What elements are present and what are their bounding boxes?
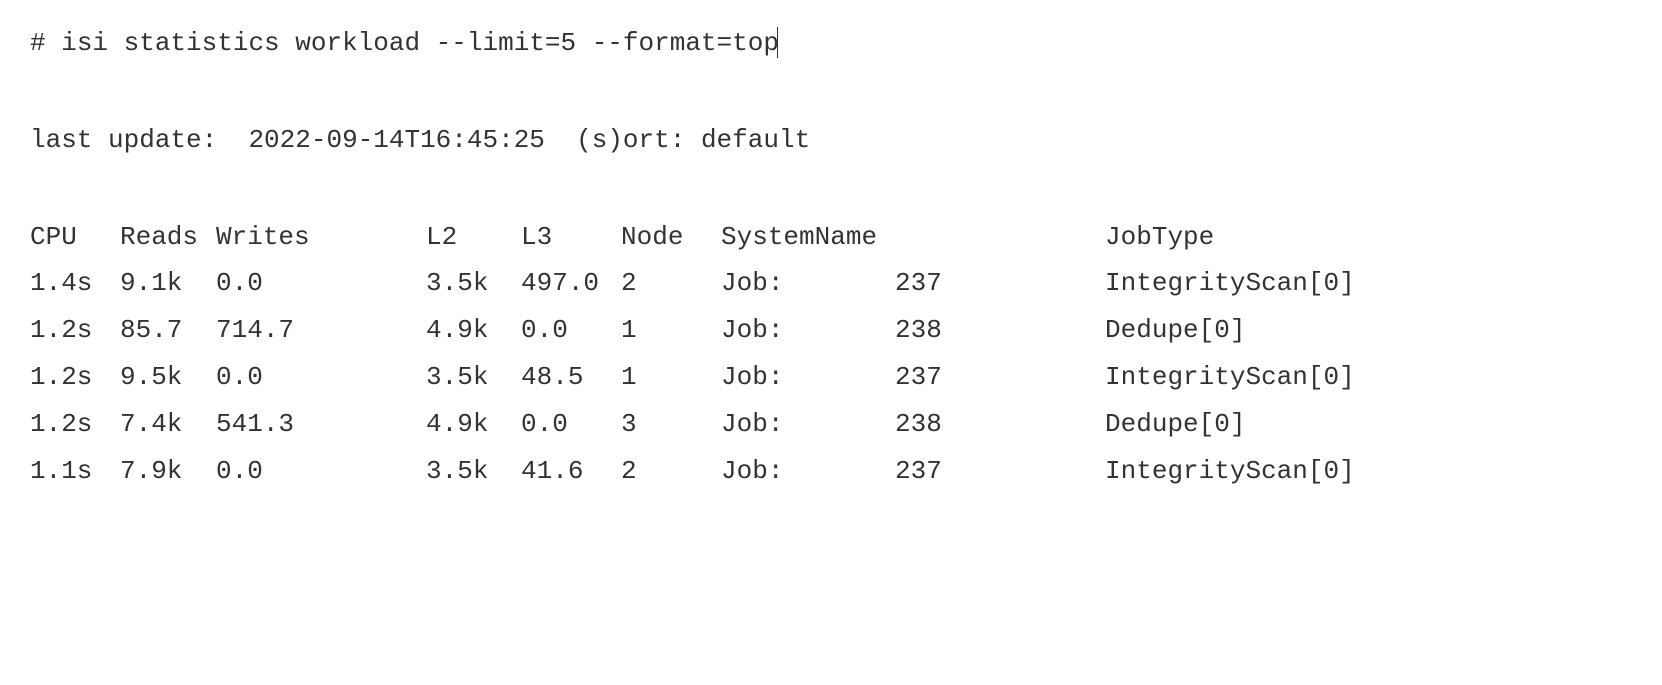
- cell-writes: 714.7: [216, 307, 426, 354]
- cell-l3: 497.0: [521, 260, 621, 307]
- cell-l2: 3.5k: [426, 354, 521, 401]
- cell-cpu: 1.1s: [30, 448, 120, 495]
- cell-jobtype: Dedupe[0]: [1105, 307, 1373, 354]
- cell-writes: 0.0: [216, 448, 426, 495]
- cell-l2: 3.5k: [426, 260, 521, 307]
- cell-cpu: 1.2s: [30, 401, 120, 448]
- table-row: 1.1s 7.9k 0.0 3.5k 41.6 2 Job: 237 Integ…: [30, 448, 1373, 495]
- header-writes[interactable]: Writes: [216, 214, 426, 261]
- cell-jobtype: IntegrityScan[0]: [1105, 448, 1373, 495]
- cell-syslabel: Job:: [721, 260, 895, 307]
- cell-reads: 9.1k: [120, 260, 216, 307]
- cell-reads: 9.5k: [120, 354, 216, 401]
- cell-node: 1: [621, 307, 721, 354]
- last-update-timestamp: 2022-09-14T16:45:25: [248, 125, 544, 155]
- cell-jobtype: IntegrityScan[0]: [1105, 354, 1373, 401]
- command-text: isi statistics workload --limit=5 --form…: [61, 28, 779, 58]
- cell-reads: 7.4k: [120, 401, 216, 448]
- cell-node: 2: [621, 448, 721, 495]
- cell-jobtype: Dedupe[0]: [1105, 401, 1373, 448]
- cell-reads: 85.7: [120, 307, 216, 354]
- header-cpu[interactable]: CPU: [30, 214, 120, 261]
- table-row: 1.2s 7.4k 541.3 4.9k 0.0 3 Job: 238 Dedu…: [30, 401, 1373, 448]
- table-header-row: CPU Reads Writes L2 L3 Node SystemName J…: [30, 214, 1373, 261]
- sort-label: (s)ort:: [576, 125, 685, 155]
- cell-l3: 48.5: [521, 354, 621, 401]
- text-cursor: [777, 27, 778, 58]
- cell-cpu: 1.2s: [30, 307, 120, 354]
- cell-l3: 0.0: [521, 307, 621, 354]
- prompt-symbol: #: [30, 28, 46, 58]
- cell-l2: 4.9k: [426, 307, 521, 354]
- cell-sysid: 238: [895, 307, 1105, 354]
- header-l2[interactable]: L2: [426, 214, 521, 261]
- cell-cpu: 1.4s: [30, 260, 120, 307]
- status-line: last update: 2022-09-14T16:45:25 (s)ort:…: [30, 117, 1632, 164]
- header-reads[interactable]: Reads: [120, 214, 216, 261]
- header-node[interactable]: Node: [621, 214, 721, 261]
- cell-sysid: 238: [895, 401, 1105, 448]
- cell-sysid: 237: [895, 260, 1105, 307]
- cell-syslabel: Job:: [721, 401, 895, 448]
- cell-l2: 3.5k: [426, 448, 521, 495]
- sort-value: default: [701, 125, 810, 155]
- table-row: 1.2s 9.5k 0.0 3.5k 48.5 1 Job: 237 Integ…: [30, 354, 1373, 401]
- table-row: 1.2s 85.7 714.7 4.9k 0.0 1 Job: 238 Dedu…: [30, 307, 1373, 354]
- cell-reads: 7.9k: [120, 448, 216, 495]
- cell-jobtype: IntegrityScan[0]: [1105, 260, 1373, 307]
- cell-sysid: 237: [895, 448, 1105, 495]
- table-row: 1.4s 9.1k 0.0 3.5k 497.0 2 Job: 237 Inte…: [30, 260, 1373, 307]
- header-l3[interactable]: L3: [521, 214, 621, 261]
- cell-writes: 0.0: [216, 260, 426, 307]
- header-jobtype[interactable]: JobType: [1105, 214, 1373, 261]
- cell-syslabel: Job:: [721, 354, 895, 401]
- cell-syslabel: Job:: [721, 448, 895, 495]
- cell-writes: 541.3: [216, 401, 426, 448]
- workload-table: CPU Reads Writes L2 L3 Node SystemName J…: [30, 214, 1373, 495]
- cell-syslabel: Job:: [721, 307, 895, 354]
- header-systemname[interactable]: SystemName: [721, 214, 895, 261]
- cell-l2: 4.9k: [426, 401, 521, 448]
- cell-node: 3: [621, 401, 721, 448]
- cell-cpu: 1.2s: [30, 354, 120, 401]
- cell-node: 1: [621, 354, 721, 401]
- cell-writes: 0.0: [216, 354, 426, 401]
- cell-node: 2: [621, 260, 721, 307]
- cell-sysid: 237: [895, 354, 1105, 401]
- last-update-label: last update:: [30, 125, 217, 155]
- cell-l3: 0.0: [521, 401, 621, 448]
- command-line[interactable]: # isi statistics workload --limit=5 --fo…: [30, 20, 1632, 67]
- cell-l3: 41.6: [521, 448, 621, 495]
